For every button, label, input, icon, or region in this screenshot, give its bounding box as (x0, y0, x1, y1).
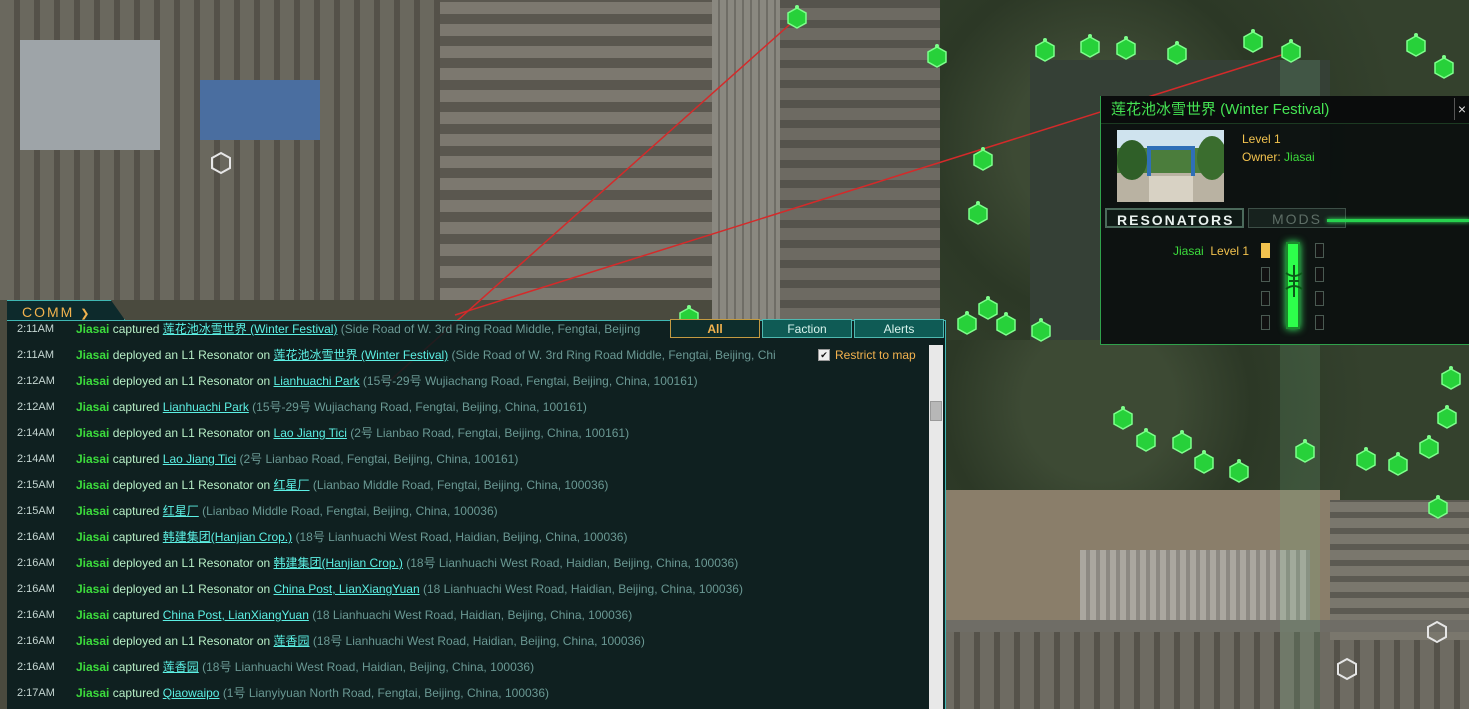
enlightened-portal[interactable] (1356, 446, 1376, 471)
tab-alerts[interactable]: Alerts (854, 319, 944, 338)
comm-filter-tabs: All Faction Alerts (670, 319, 946, 339)
neutral-portal[interactable] (1337, 658, 1357, 680)
enlightened-portal[interactable] (787, 4, 807, 29)
enlightened-portal[interactable] (978, 295, 998, 320)
enlightened-portal[interactable] (1172, 429, 1192, 454)
tab-faction[interactable]: Faction (762, 319, 852, 338)
enlightened-portal[interactable] (1437, 404, 1457, 429)
enlightened-portal[interactable] (968, 200, 988, 225)
neutral-portal[interactable] (211, 152, 231, 174)
enlightened-portal[interactable] (1136, 427, 1156, 452)
enlightened-portal[interactable] (1035, 37, 1055, 62)
enlightened-portal[interactable] (1281, 38, 1301, 63)
neutral-portal[interactable] (1427, 621, 1447, 643)
enlightened-portal[interactable] (1441, 365, 1461, 390)
enlightened-portal[interactable] (1406, 32, 1426, 57)
enlightened-portal[interactable] (1419, 434, 1439, 459)
enlightened-portal[interactable] (1031, 317, 1051, 342)
enlightened-portal[interactable] (1167, 40, 1187, 65)
tab-all[interactable]: All (670, 319, 760, 338)
enlightened-portal[interactable] (1080, 33, 1100, 58)
enlightened-portal[interactable] (1428, 494, 1448, 519)
portal-layer (211, 4, 1461, 680)
enlightened-portal[interactable] (996, 311, 1016, 336)
enlightened-portal[interactable] (1434, 54, 1454, 79)
enlightened-portal[interactable] (1113, 405, 1133, 430)
enlightened-portal[interactable] (1388, 451, 1408, 476)
enlightened-portal[interactable] (1229, 458, 1249, 483)
enlightened-portal[interactable] (957, 310, 977, 335)
enlightened-portal[interactable] (1295, 438, 1315, 463)
restrict-checkbox[interactable]: ✔ (818, 349, 830, 361)
restrict-to-map-toggle[interactable]: ✔ Restrict to map (818, 348, 916, 362)
restrict-label: Restrict to map (835, 348, 916, 362)
enlightened-portal[interactable] (1243, 28, 1263, 53)
enlightened-portal[interactable] (1116, 35, 1136, 60)
enlightened-portal[interactable] (927, 43, 947, 68)
enlightened-portal[interactable] (1194, 449, 1214, 474)
enlightened-portal[interactable] (973, 146, 993, 171)
